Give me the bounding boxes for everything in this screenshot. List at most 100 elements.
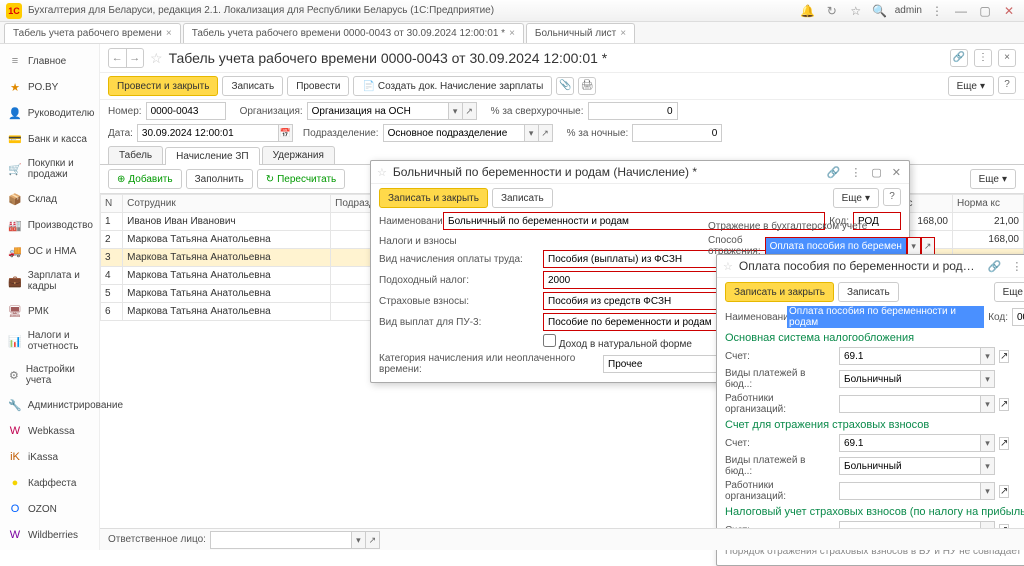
sidebar-item-11[interactable]: ⚙Настройки учета — [0, 358, 99, 392]
history-icon[interactable]: ↻ — [823, 4, 841, 18]
close-app-icon[interactable]: ✕ — [1000, 4, 1018, 18]
help-icon[interactable]: ? — [998, 76, 1016, 94]
dialog-star-icon[interactable]: ☆ — [723, 260, 733, 273]
sidebar-item-17[interactable]: WWildberries — [0, 522, 99, 548]
more-menu-icon[interactable]: ⋮ — [974, 49, 992, 67]
open-icon[interactable]: ↗ — [999, 398, 1009, 411]
sidebar-item-2[interactable]: 👤Руководителю — [0, 100, 99, 126]
add-button[interactable]: ⊕Добавить — [108, 169, 182, 189]
notif-icon[interactable]: 🔔 — [799, 4, 817, 18]
sidebar-item-16[interactable]: OOZON — [0, 496, 99, 522]
sidebar-item-13[interactable]: WWebkassa — [0, 418, 99, 444]
sidebar-item-15[interactable]: ●Каффеста — [0, 470, 99, 496]
dept-field[interactable] — [383, 124, 525, 142]
open-icon[interactable]: ↗ — [539, 124, 553, 142]
dlg1-save-close-button[interactable]: Записать и закрыть — [379, 188, 488, 208]
minimize-icon[interactable]: — — [952, 4, 970, 18]
budget2-field[interactable] — [839, 457, 981, 475]
dropdown-icon[interactable]: ▾ — [981, 395, 995, 413]
search-icon[interactable]: 🔍 — [871, 4, 889, 18]
open-icon[interactable]: ↗ — [366, 531, 380, 549]
open-icon[interactable]: ↗ — [999, 437, 1009, 450]
sidebar-item-9[interactable]: 🖥РМК — [0, 298, 99, 324]
dropdown-icon[interactable]: ▾ — [907, 237, 921, 255]
dlg2-name-field[interactable]: Оплата пособия по беременности и родам — [787, 306, 984, 328]
open-icon[interactable]: ↗ — [921, 237, 935, 255]
print-icon[interactable]: 🖨 — [578, 77, 596, 95]
more-icon[interactable]: ⋮ — [848, 166, 863, 179]
doctab-1[interactable]: Табель учета рабочего времени 0000-0043 … — [183, 23, 524, 43]
create-payroll-button[interactable]: 📄Создать док. Начисление зарплаты — [353, 76, 552, 96]
sidebar-item-1[interactable]: ★РО.BY — [0, 74, 99, 100]
maximize-icon[interactable]: ▢ — [976, 4, 994, 18]
more-icon[interactable]: ⋮ — [1009, 260, 1024, 273]
open-icon[interactable]: ↗ — [999, 350, 1009, 363]
sidebar-item-12[interactable]: 🔧Администрирование — [0, 392, 99, 418]
close-doc-icon[interactable]: × — [998, 49, 1016, 67]
sidebar-item-14[interactable]: iKiKassa — [0, 444, 99, 470]
dlg2-save-close-button[interactable]: Записать и закрыть — [725, 282, 834, 302]
night-field[interactable] — [632, 124, 722, 142]
table-more-button[interactable]: Еще ▾ — [970, 169, 1016, 189]
open-icon[interactable]: ↗ — [999, 485, 1009, 498]
subtab-table[interactable]: Табель — [108, 146, 163, 164]
calendar-icon[interactable]: 📅 — [279, 124, 293, 142]
dlg1-more-button[interactable]: Еще ▾ — [833, 188, 879, 208]
dropdown-icon[interactable]: ▾ — [981, 370, 995, 388]
sidebar-item-5[interactable]: 📦Склад — [0, 186, 99, 212]
workers-field[interactable] — [839, 395, 981, 413]
write-button[interactable]: Записать — [222, 76, 283, 96]
recalc-button[interactable]: ↻Пересчитать — [257, 169, 346, 189]
date-field[interactable] — [137, 124, 279, 142]
doctab-2[interactable]: Больничный лист× — [526, 23, 635, 43]
workers2-field[interactable] — [839, 482, 981, 500]
link-icon[interactable]: 🔗 — [825, 166, 843, 179]
nav-back-forward[interactable]: ←→ — [108, 48, 144, 68]
more-button[interactable]: Еще ▾ — [948, 76, 994, 96]
number-field[interactable] — [146, 102, 226, 120]
natural-income-checkbox[interactable]: Доход в натуральной форме — [543, 334, 692, 350]
sidebar-item-0[interactable]: ≡Главное — [0, 48, 99, 74]
help-icon[interactable]: ? — [883, 188, 901, 206]
subtab-payroll[interactable]: Начисление ЗП — [165, 147, 259, 165]
sidebar-item-8[interactable]: 💼Зарплата и кадры — [0, 264, 99, 298]
user-menu-icon[interactable]: ⋮ — [928, 4, 946, 18]
dlg2-write-button[interactable]: Записать — [838, 282, 899, 302]
close-tab-icon[interactable]: × — [509, 28, 515, 39]
favorite-star-icon[interactable]: ☆ — [150, 50, 163, 67]
col-header[interactable]: Норма кс — [952, 195, 1023, 213]
subtab-deductions[interactable]: Удержания — [262, 146, 335, 164]
post-and-close-button[interactable]: Провести и закрыть — [108, 76, 218, 96]
user-label[interactable]: admin — [895, 5, 922, 16]
post-button[interactable]: Провести — [287, 76, 349, 96]
dropdown-icon[interactable]: ▾ — [352, 531, 366, 549]
org-field[interactable] — [307, 102, 449, 120]
reflection-field[interactable] — [765, 237, 907, 255]
link-icon[interactable]: 🔗 — [950, 49, 968, 67]
resp-field[interactable] — [210, 531, 352, 549]
dlg1-write-button[interactable]: Записать — [492, 188, 553, 208]
account-field[interactable] — [839, 347, 981, 365]
budget-field[interactable] — [839, 370, 981, 388]
dlg2-code-field[interactable] — [1012, 308, 1024, 326]
fav-icon[interactable]: ☆ — [847, 4, 865, 18]
dialog-star-icon[interactable]: ☆ — [377, 166, 387, 179]
sidebar-item-10[interactable]: 📊Налоги и отчетность — [0, 324, 99, 358]
sidebar-item-3[interactable]: 💳Банк и касса — [0, 126, 99, 152]
dropdown-icon[interactable]: ▾ — [981, 482, 995, 500]
fill-button[interactable]: Заполнить — [186, 169, 253, 189]
open-icon[interactable]: ↗ — [463, 102, 477, 120]
overtime-field[interactable] — [588, 102, 678, 120]
doctab-0[interactable]: Табель учета рабочего времени× — [4, 23, 181, 43]
close-tab-icon[interactable]: × — [620, 28, 626, 39]
close-dialog-icon[interactable]: ✕ — [890, 166, 903, 179]
sidebar-item-7[interactable]: 🚚ОС и НМА — [0, 238, 99, 264]
account2-field[interactable] — [839, 434, 981, 452]
sidebar-item-6[interactable]: 🏭Производство — [0, 212, 99, 238]
dropdown-icon[interactable]: ▾ — [981, 434, 995, 452]
dropdown-icon[interactable]: ▾ — [449, 102, 463, 120]
sidebar-item-4[interactable]: 🛒Покупки и продажи — [0, 152, 99, 186]
close-tab-icon[interactable]: × — [166, 28, 172, 39]
dropdown-icon[interactable]: ▾ — [525, 124, 539, 142]
col-header[interactable]: Сотрудник — [123, 195, 331, 213]
